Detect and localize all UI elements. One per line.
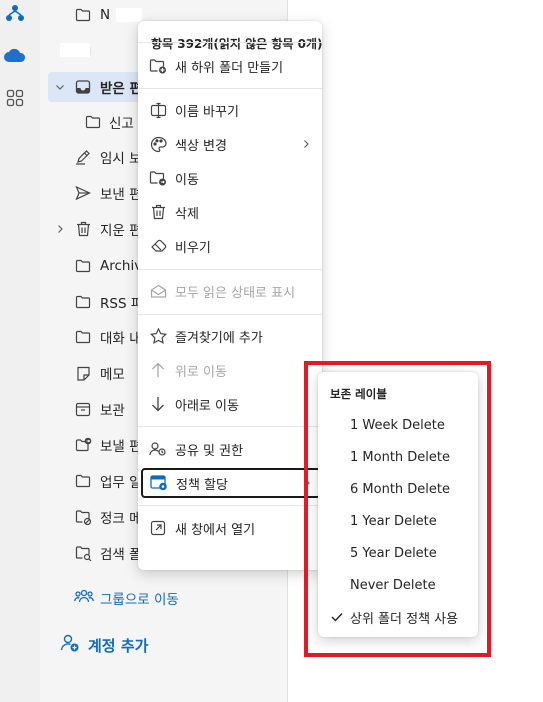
- folder-label: 신고: [109, 116, 134, 132]
- menu-separator: [138, 42, 322, 43]
- folder-label: 메모: [100, 367, 125, 383]
- menu-item-star[interactable]: 즐겨찾기에 추가: [142, 321, 318, 351]
- menu-separator: [138, 88, 322, 89]
- folder-label: 보낸 편: [100, 187, 142, 203]
- apps-grid-icon[interactable]: [4, 87, 26, 109]
- folder-icon: [84, 113, 102, 131]
- menu-item-label: 비우기: [175, 240, 211, 256]
- menu-separator: [138, 269, 322, 270]
- archive-box-icon: [74, 400, 92, 418]
- delete-icon: [148, 202, 168, 222]
- move-folder-icon: [148, 168, 168, 188]
- chevron-right-icon: [300, 138, 312, 150]
- inbox-icon: [74, 78, 92, 96]
- menu-item-label: 이동: [175, 172, 199, 188]
- menu-item-label: 색상 변경: [175, 138, 227, 154]
- menu-item-label: 삭제: [175, 206, 199, 222]
- star-icon: [148, 326, 168, 346]
- menu-item-new-folder[interactable]: 새 하위 폴더 만들기: [142, 51, 318, 81]
- menu-separator: [138, 505, 322, 506]
- menu-item-rename[interactable]: 이름 바꾸기: [142, 95, 318, 125]
- redacted-label-block: [60, 43, 90, 57]
- folder-label: RSS 피: [100, 296, 144, 312]
- folder-context-menu: 항목 392개(읽지 않은 항목 0개) 새 하위 폴더 만들기이름 바꾸기색상…: [138, 21, 322, 570]
- menu-item-policy[interactable]: 정책 할당: [141, 468, 321, 498]
- go-to-groups-link[interactable]: 그룹으로 이동: [74, 588, 179, 608]
- rename-icon: [148, 100, 168, 120]
- add-person-icon: [60, 633, 80, 657]
- menu-item-label: 새 하위 폴더 만들기: [175, 60, 284, 76]
- open-new-window-icon: [148, 518, 168, 538]
- palette-icon: [148, 134, 168, 154]
- folder-icon: [74, 472, 92, 490]
- menu-item-share-people[interactable]: 공유 및 권한: [142, 434, 318, 464]
- folder-label: 보관: [100, 403, 125, 419]
- folder-label: 보낼 편: [100, 439, 142, 455]
- send-icon: [74, 184, 92, 202]
- folder-label: 지운 편: [100, 223, 142, 239]
- chevron-down-icon[interactable]: [54, 81, 66, 93]
- folder-label: 받은 편: [100, 81, 142, 97]
- menu-item-arrow-up: 위로 이동: [142, 355, 318, 385]
- arrow-up-icon: [148, 360, 168, 380]
- menu-item-label: 공유 및 권한: [175, 443, 244, 459]
- add-account-button[interactable]: 계정 추가: [60, 633, 148, 657]
- menu-item-palette[interactable]: 색상 변경: [142, 129, 318, 159]
- go-to-groups-label: 그룹으로 이동: [100, 592, 179, 608]
- menu-item-label: 정책 할당: [176, 477, 228, 493]
- redacted-label-block: [116, 8, 142, 22]
- menu-item-label: 아래로 이동: [175, 398, 239, 414]
- folder-label: 업무 일: [100, 475, 142, 491]
- draft-pencil-icon: [74, 148, 92, 166]
- app-rail: [0, 0, 40, 702]
- policy-icon: [149, 473, 169, 493]
- folder-icon: [74, 6, 92, 24]
- outbox-icon: [74, 436, 92, 454]
- share-people-icon: [148, 439, 168, 459]
- menu-item-arrow-down[interactable]: 아래로 이동: [142, 389, 318, 419]
- folder-label: 정크 메: [100, 511, 142, 527]
- folder-icon: [74, 328, 92, 346]
- menu-item-move-folder[interactable]: 이동: [142, 163, 318, 193]
- search-folder-icon: [74, 544, 92, 562]
- folder-label: 임시 보: [100, 151, 142, 167]
- note-icon: [74, 364, 92, 382]
- menu-separator: [138, 426, 322, 427]
- folder-label: 검색 폴: [100, 547, 142, 563]
- empty-icon: [148, 236, 168, 256]
- menu-item-label: 모두 읽은 상태로 표시: [175, 285, 296, 301]
- add-account-label: 계정 추가: [88, 636, 149, 655]
- folder-icon: [74, 293, 92, 311]
- trash-icon: [74, 220, 92, 238]
- arrow-down-icon: [148, 394, 168, 414]
- menu-item-empty[interactable]: 비우기: [142, 231, 318, 261]
- org-chart-icon[interactable]: [4, 2, 26, 24]
- context-menu-header: 항목 392개(읽지 않은 항목 0개): [151, 37, 323, 51]
- folder-label: N: [100, 7, 111, 23]
- menu-item-mark-read: 모두 읽은 상태로 표시: [142, 276, 318, 306]
- menu-item-label: 위로 이동: [175, 364, 227, 380]
- menu-item-delete[interactable]: 삭제: [142, 197, 318, 227]
- folder-label: 대화 내: [100, 331, 142, 347]
- menu-item-label: 이름 바꾸기: [175, 104, 239, 120]
- chevron-right-icon[interactable]: [54, 223, 66, 235]
- menu-item-label: 즐겨찾기에 추가: [175, 330, 263, 346]
- menu-item-label: 새 창에서 열기: [175, 522, 256, 538]
- people-group-icon: [74, 588, 94, 608]
- menu-item-open-new-window[interactable]: 새 창에서 열기: [142, 513, 318, 543]
- folder-icon: [74, 257, 92, 275]
- junk-folder-icon: [74, 508, 92, 526]
- annotation-highlight-box: [304, 361, 491, 657]
- mark-read-icon: [148, 281, 168, 301]
- cloud-icon[interactable]: [4, 44, 26, 66]
- menu-separator: [138, 314, 322, 315]
- new-folder-icon: [148, 56, 168, 76]
